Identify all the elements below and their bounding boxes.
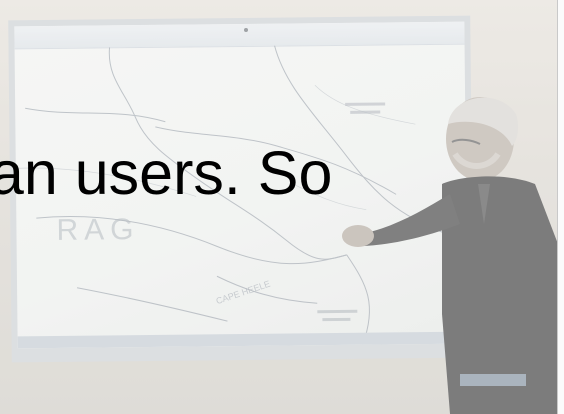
svg-text:RAG: RAG bbox=[56, 213, 139, 247]
window-edge bbox=[557, 0, 564, 414]
svg-text:CAPE HEELE: CAPE HEELE bbox=[215, 279, 272, 307]
slide-caption: ean users. So bbox=[0, 143, 333, 204]
slide-frame: RAG CAPE HEELE ean users. So bbox=[0, 0, 560, 414]
presenter-figure-icon bbox=[342, 97, 558, 414]
projector-sensor bbox=[244, 28, 248, 32]
